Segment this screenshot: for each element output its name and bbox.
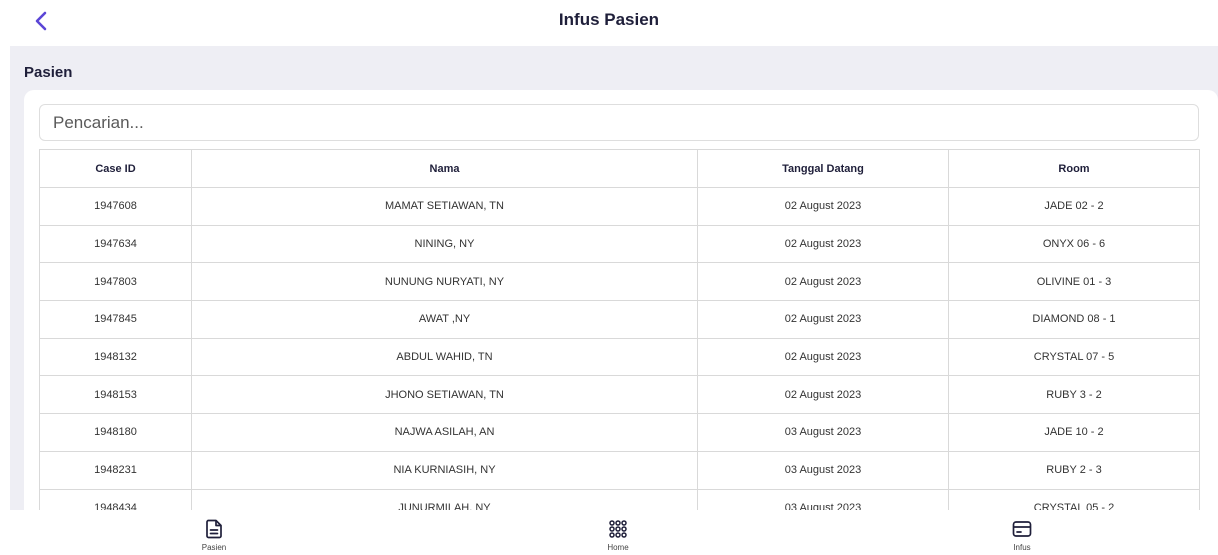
table-row[interactable]: 1948153 JHONO SETIAWAN, TN 02 August 202…: [39, 375, 1200, 415]
cell-nama: NAJWA ASILAH, AN: [191, 413, 698, 452]
column-header-tanggal-datang[interactable]: Tanggal Datang: [697, 149, 949, 188]
cell-nama: JUNURMILAH, NY: [191, 488, 698, 510]
cell-case-id: 1948132: [39, 337, 192, 377]
cell-case-id: 1948153: [39, 375, 192, 415]
cell-nama: ABDUL WAHID, TN: [191, 337, 698, 377]
cell-case-id: 1947608: [39, 187, 192, 226]
main-content: Pasien Case ID Nama Tanggal Datang Room: [10, 46, 1218, 510]
nav-label: Pasien: [201, 543, 227, 552]
cell-case-id: 1947845: [39, 300, 192, 339]
cell-case-id: 1948180: [39, 413, 192, 452]
nav-item-pasien[interactable]: Pasien: [154, 510, 274, 555]
nav-item-home[interactable]: Home: [558, 510, 678, 555]
page-title: Infus Pasien: [558, 10, 660, 29]
column-header-nama[interactable]: Nama: [191, 149, 698, 188]
cell-nama: MAMAT SETIAWAN, TN: [191, 187, 698, 226]
cell-nama: JHONO SETIAWAN, TN: [191, 375, 698, 415]
cell-nama: NIA KURNIASIH, NY: [191, 450, 698, 490]
cell-tanggal-datang: 02 August 2023: [697, 224, 949, 264]
cell-room: DIAMOND 08 - 1: [948, 300, 1200, 339]
patient-card: Case ID Nama Tanggal Datang Room 1947608…: [24, 90, 1218, 510]
cell-tanggal-datang: 02 August 2023: [697, 300, 949, 339]
document-icon: [203, 518, 225, 540]
bottom-nav: Pasien Home Infus: [0, 510, 1218, 555]
cell-tanggal-datang: 03 August 2023: [697, 450, 949, 490]
top-bar: Infus Pasien: [0, 0, 1218, 46]
cell-room: CRYSTAL 07 - 5: [948, 337, 1200, 377]
nav-item-infus[interactable]: Infus: [962, 510, 1082, 555]
grid-dots-icon: [607, 518, 629, 540]
patient-table: Case ID Nama Tanggal Datang Room 1947608…: [39, 149, 1200, 510]
cell-nama: NUNUNG NURYATI, NY: [191, 262, 698, 302]
column-header-case-id[interactable]: Case ID: [39, 149, 192, 188]
cell-tanggal-datang: 03 August 2023: [697, 413, 949, 452]
cell-tanggal-datang: 02 August 2023: [697, 337, 949, 377]
table-row[interactable]: 1948180 NAJWA ASILAH, AN 03 August 2023 …: [39, 413, 1200, 452]
table-row[interactable]: 1948434 JUNURMILAH, NY 03 August 2023 CR…: [39, 488, 1200, 510]
cell-room: RUBY 2 - 3: [948, 450, 1200, 490]
table-row[interactable]: 1948132 ABDUL WAHID, TN 02 August 2023 C…: [39, 337, 1200, 377]
column-header-room[interactable]: Room: [948, 149, 1200, 188]
cell-room: JADE 02 - 2: [948, 187, 1200, 226]
table-row[interactable]: 1947634 NINING, NY 02 August 2023 ONYX 0…: [39, 224, 1200, 264]
cell-nama: NINING, NY: [191, 224, 698, 264]
cell-room: CRYSTAL 05 - 2: [948, 488, 1200, 510]
cell-tanggal-datang: 02 August 2023: [697, 262, 949, 302]
cell-room: ONYX 06 - 6: [948, 224, 1200, 264]
cell-case-id: 1948434: [39, 488, 192, 510]
cell-tanggal-datang: 02 August 2023: [697, 187, 949, 226]
cell-case-id: 1948231: [39, 450, 192, 490]
cell-room: RUBY 3 - 2: [948, 375, 1200, 415]
cell-room: JADE 10 - 2: [948, 413, 1200, 452]
table-row[interactable]: 1947608 MAMAT SETIAWAN, TN 02 August 202…: [39, 187, 1200, 226]
cell-nama: AWAT ,NY: [191, 300, 698, 339]
table-row[interactable]: 1948231 NIA KURNIASIH, NY 03 August 2023…: [39, 450, 1200, 490]
section-label: Pasien: [24, 64, 73, 81]
table-row[interactable]: 1947803 NUNUNG NURYATI, NY 02 August 202…: [39, 262, 1200, 302]
cell-case-id: 1947634: [39, 224, 192, 264]
search-input[interactable]: [39, 104, 1199, 141]
nav-label: Infus: [1013, 543, 1031, 552]
table-row[interactable]: 1947845 AWAT ,NY 02 August 2023 DIAMOND …: [39, 300, 1200, 339]
cell-tanggal-datang: 03 August 2023: [697, 488, 949, 510]
cell-room: OLIVINE 01 - 3: [948, 262, 1200, 302]
cell-tanggal-datang: 02 August 2023: [697, 375, 949, 415]
cell-case-id: 1947803: [39, 262, 192, 302]
nav-label: Home: [607, 543, 629, 552]
card-icon: [1011, 518, 1033, 540]
table-header-row: Case ID Nama Tanggal Datang Room: [39, 149, 1200, 188]
